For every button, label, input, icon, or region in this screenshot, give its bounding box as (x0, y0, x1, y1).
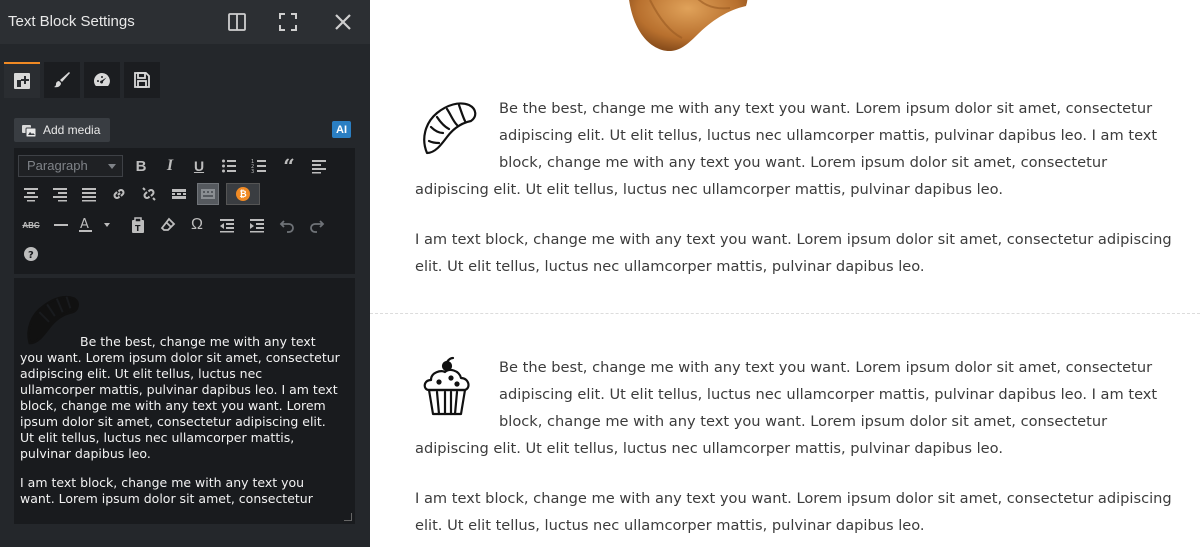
block-paragraph: I am text block, change me with any text… (415, 490, 1172, 534)
resize-handle[interactable] (344, 513, 352, 521)
numbered-list-icon[interactable]: 123 (248, 155, 270, 177)
underline-icon[interactable]: U (188, 155, 210, 177)
align-justify-icon[interactable] (78, 183, 100, 205)
block-paragraph: Be the best, change me with any text you… (415, 359, 1158, 457)
clear-formatting-icon[interactable] (157, 214, 179, 236)
design-tab[interactable] (44, 62, 80, 98)
read-more-icon[interactable] (168, 183, 190, 205)
editor-content: Be the best, change me with any text you… (20, 334, 340, 520)
ai-button[interactable]: AI (332, 121, 351, 138)
special-character-icon[interactable]: Ω (186, 214, 208, 236)
layout-plus-icon (12, 71, 32, 91)
fullscreen-icon[interactable] (276, 10, 300, 34)
svg-text:?: ? (28, 250, 34, 261)
strikethrough-icon[interactable]: ABC (20, 214, 42, 236)
media-icon (22, 125, 37, 138)
add-media-button[interactable]: Add media (14, 118, 110, 142)
save-tab[interactable] (124, 62, 160, 98)
page-preview: Be the best, change me with any text you… (370, 0, 1200, 547)
close-icon[interactable] (331, 10, 355, 34)
speedometer-icon (92, 70, 112, 90)
undo-icon[interactable] (276, 214, 298, 236)
text-block: Be the best, change me with any text you… (415, 354, 1175, 539)
plugin-button[interactable]: ₿ (226, 183, 260, 205)
plugin-icon: ₿ (236, 187, 250, 201)
blockquote-icon[interactable]: “ (278, 154, 300, 178)
link-icon[interactable] (108, 183, 130, 205)
redo-icon[interactable] (306, 214, 328, 236)
text-editor[interactable]: Be the best, change me with any text you… (14, 278, 355, 524)
responsive-tab[interactable] (84, 62, 120, 98)
format-select-value: Paragraph (27, 158, 88, 173)
toolbar-toggle-icon[interactable] (197, 183, 219, 205)
svg-text:A: A (80, 217, 89, 232)
format-select[interactable]: Paragraph (18, 155, 123, 177)
editor-paragraph: Be the best, change me with any text you… (20, 334, 340, 462)
block-paragraph: Be the best, change me with any text you… (415, 100, 1158, 198)
outdent-icon[interactable] (216, 214, 238, 236)
block-paragraph: I am text block, change me with any text… (415, 231, 1172, 275)
editor-toolbar: Paragraph B I U 123 “ ₿ ABC A T Ω ? (14, 148, 355, 274)
cupcake-icon (415, 356, 483, 418)
panel-title: Text Block Settings (8, 13, 135, 30)
align-right-icon[interactable] (49, 183, 71, 205)
bold-icon[interactable]: B (130, 155, 152, 177)
indent-icon[interactable] (246, 214, 268, 236)
chevron-down-icon (108, 164, 116, 169)
brush-icon (52, 70, 72, 90)
editor-paragraph-text: Be the best, change me with any text you… (20, 334, 340, 461)
editor-paragraph: I am text block, change me with any text… (20, 475, 313, 506)
settings-panel: Text Block Settings Add media AI Paragra… (0, 0, 370, 547)
align-center-icon[interactable] (20, 183, 42, 205)
svg-text:3: 3 (251, 169, 254, 174)
split-layout-icon[interactable] (225, 10, 249, 34)
help-icon[interactable]: ? (20, 243, 42, 265)
save-icon (132, 70, 152, 90)
croissant-icon (415, 97, 483, 159)
horizontal-line-icon[interactable] (50, 214, 72, 236)
add-media-label: Add media (43, 123, 101, 137)
bullet-list-icon[interactable] (218, 155, 240, 177)
paste-text-icon[interactable]: T (127, 214, 149, 236)
section-divider (370, 313, 1200, 314)
general-tab[interactable] (4, 62, 40, 98)
text-block: Be the best, change me with any text you… (415, 95, 1175, 280)
svg-text:T: T (135, 224, 141, 233)
text-color-button[interactable]: A (78, 214, 118, 236)
italic-icon[interactable]: I (159, 155, 181, 177)
align-left-icon[interactable] (308, 155, 330, 177)
panel-header: Text Block Settings (0, 0, 370, 44)
settings-tabs (0, 62, 370, 98)
unlink-icon[interactable] (138, 183, 160, 205)
croissant-photo (620, 0, 760, 52)
